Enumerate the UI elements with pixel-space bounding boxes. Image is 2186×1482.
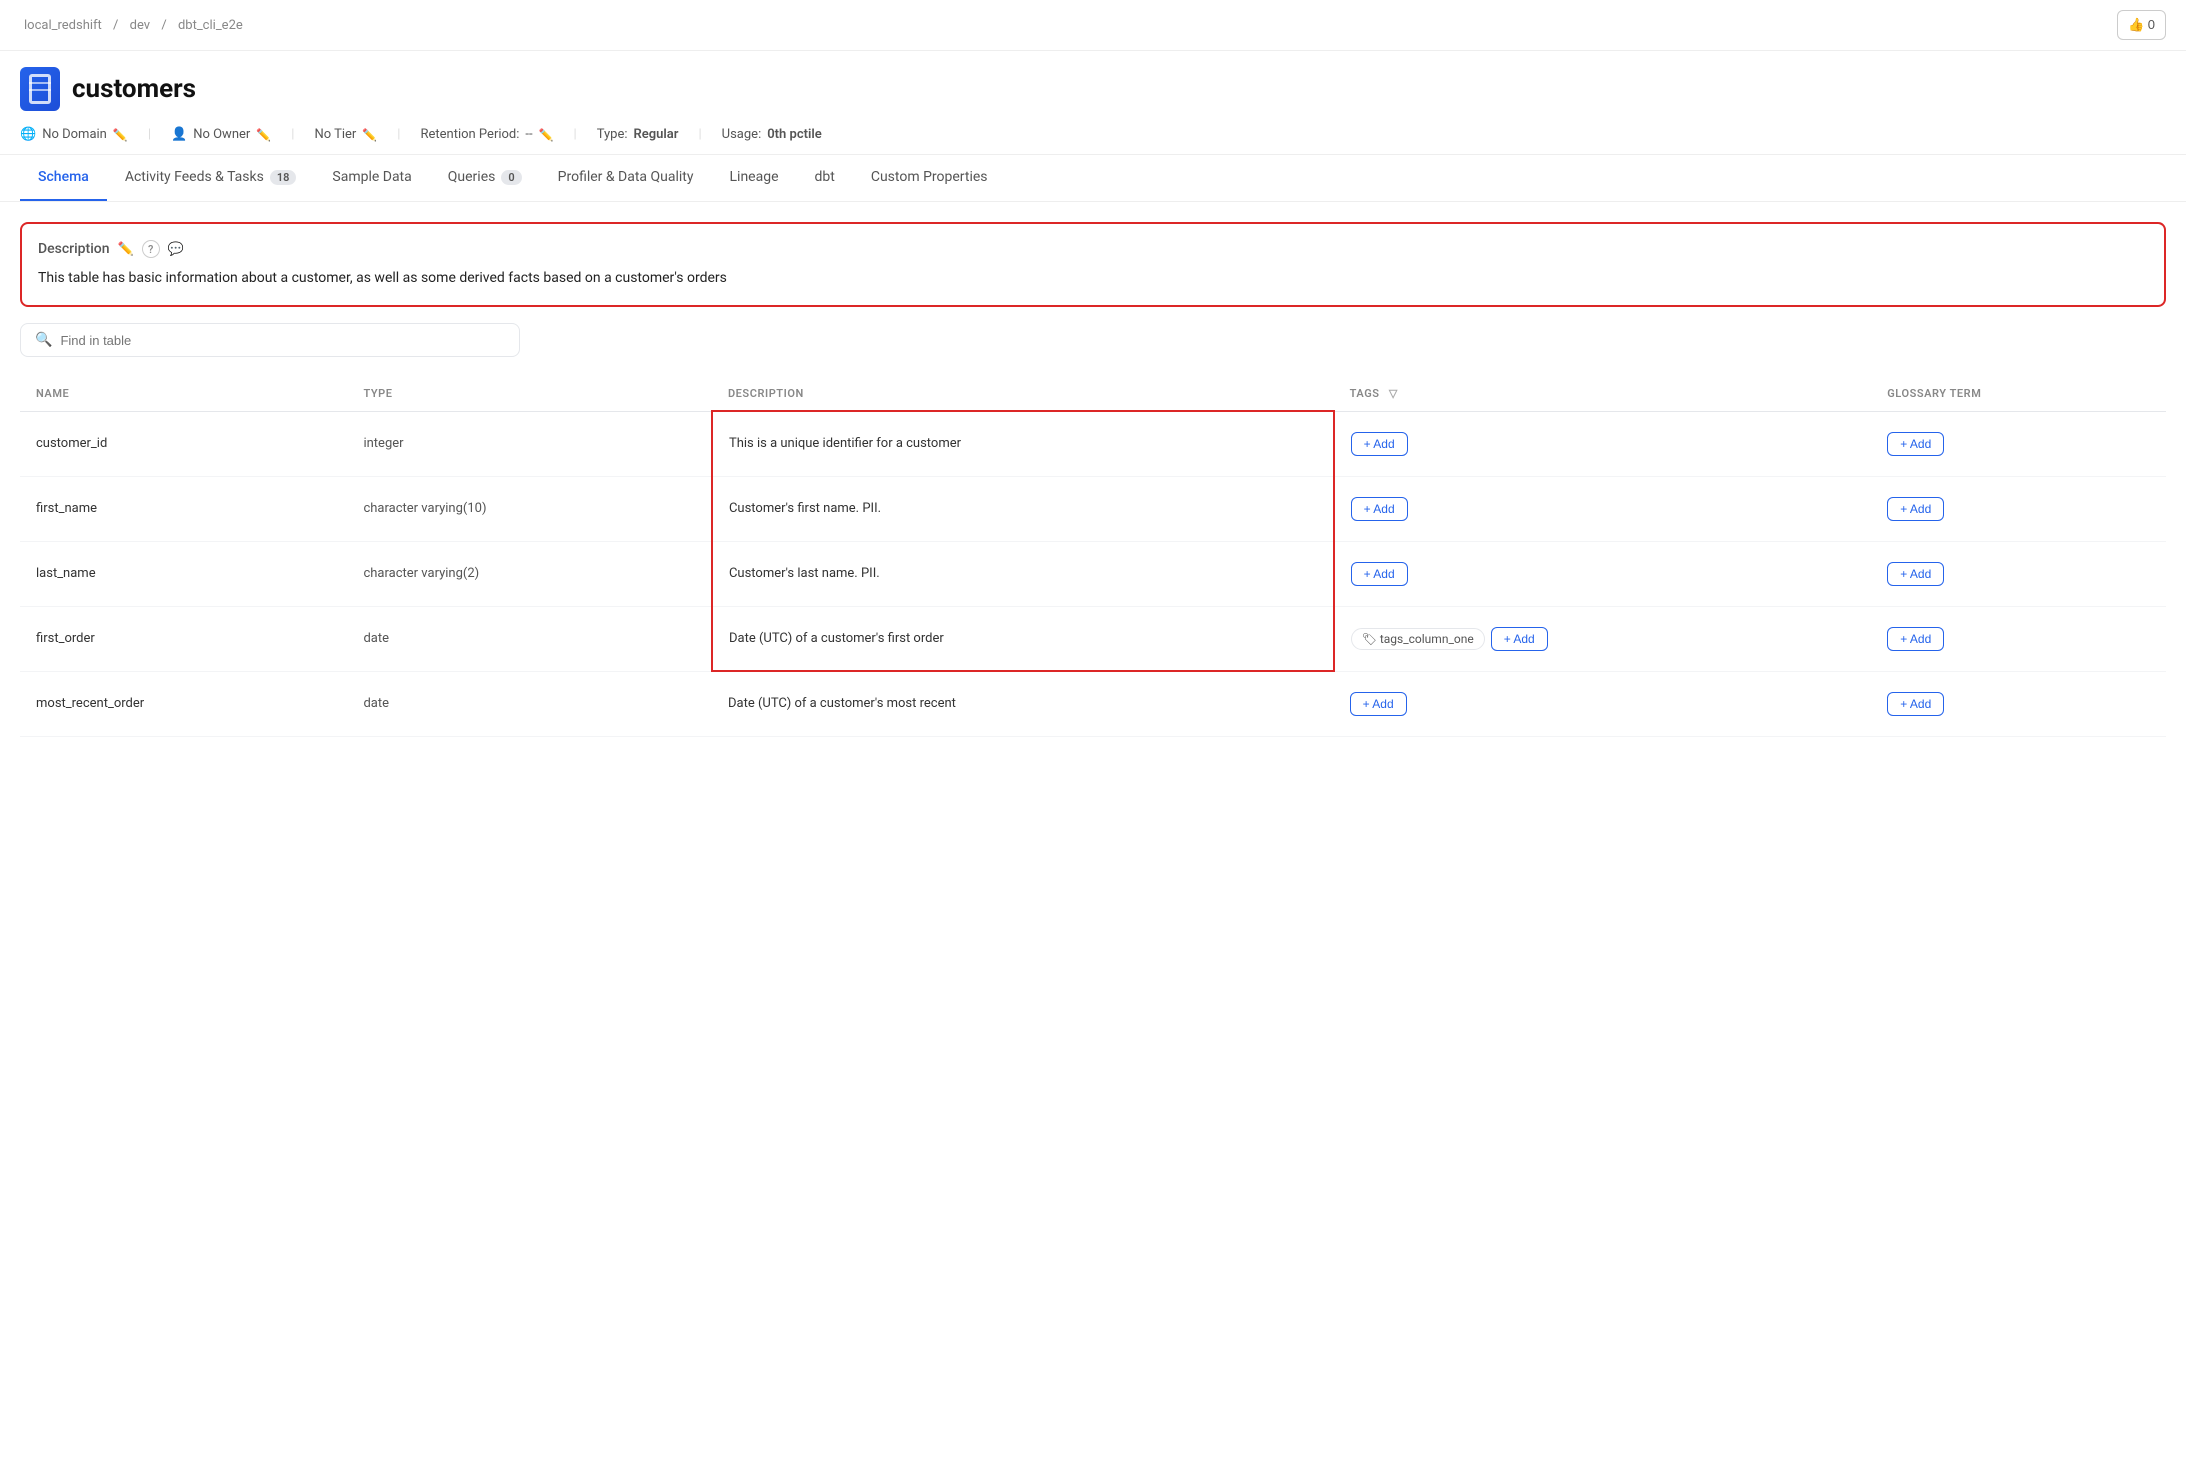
retention-edit-icon[interactable]: ✏️ bbox=[539, 128, 554, 142]
filter-icon[interactable]: ▽ bbox=[1389, 387, 1398, 400]
cell-description: Date (UTC) of a customer's first order bbox=[712, 606, 1334, 671]
cell-glossary: + Add bbox=[1871, 671, 2166, 736]
table-row: first_orderdateDate (UTC) of a customer'… bbox=[20, 606, 2166, 671]
cell-description: Date (UTC) of a customer's most recent bbox=[712, 671, 1334, 736]
cell-description: Customer's first name. PII. bbox=[712, 476, 1334, 541]
cell-tags: + Add bbox=[1334, 476, 1872, 541]
col-description: DESCRIPTION bbox=[712, 377, 1334, 411]
cell-name: last_name bbox=[20, 541, 347, 606]
tab-lineage[interactable]: Lineage bbox=[712, 155, 797, 201]
cell-name: first_order bbox=[20, 606, 347, 671]
cell-name: customer_id bbox=[20, 411, 347, 476]
tab-custom-properties[interactable]: Custom Properties bbox=[853, 155, 1006, 201]
description-header: Description ✏️ ? 💬 bbox=[38, 240, 2148, 258]
tab-schema[interactable]: Schema bbox=[20, 155, 107, 201]
cell-name: most_recent_order bbox=[20, 671, 347, 736]
cell-type: date bbox=[347, 671, 712, 736]
cell-name: first_name bbox=[20, 476, 347, 541]
tab-dbt[interactable]: dbt bbox=[797, 155, 853, 201]
page-title: customers bbox=[72, 74, 196, 104]
meta-retention: Retention Period: -- ✏️ bbox=[420, 127, 553, 142]
cell-tags: + Add bbox=[1334, 411, 1872, 476]
top-actions: 👍 0 bbox=[2117, 10, 2166, 40]
description-edit-icon[interactable]: ✏️ bbox=[118, 242, 134, 257]
table-header-row: NAME TYPE DESCRIPTION TAGS ▽ GLOSSARY TE… bbox=[20, 377, 2166, 411]
globe-icon: 🌐 bbox=[20, 127, 36, 142]
add-tag-button[interactable]: + Add bbox=[1351, 497, 1408, 521]
description-chat-icon[interactable]: 💬 bbox=[168, 242, 184, 257]
add-tag-button[interactable]: + Add bbox=[1351, 562, 1408, 586]
breadcrumb-part-0[interactable]: local_redshift bbox=[24, 18, 102, 33]
cell-type: character varying(10) bbox=[347, 476, 712, 541]
cell-type: integer bbox=[347, 411, 712, 476]
add-tag-button[interactable]: + Add bbox=[1351, 432, 1408, 456]
cell-tags: + Add bbox=[1334, 541, 1872, 606]
thumbsup-button[interactable]: 👍 0 bbox=[2117, 10, 2166, 40]
search-bar: 🔍 bbox=[20, 323, 520, 357]
breadcrumb-part-2[interactable]: dbt_cli_e2e bbox=[178, 18, 243, 33]
cell-glossary: + Add bbox=[1871, 476, 2166, 541]
tab-queries[interactable]: Queries 0 bbox=[430, 155, 540, 201]
add-tag-button[interactable]: + Add bbox=[1491, 627, 1548, 651]
add-glossary-button[interactable]: + Add bbox=[1887, 692, 1944, 716]
tab-activity-feeds[interactable]: Activity Feeds & Tasks 18 bbox=[107, 155, 315, 201]
cell-type: character varying(2) bbox=[347, 541, 712, 606]
tab-profiler[interactable]: Profiler & Data Quality bbox=[540, 155, 712, 201]
table-row: last_namecharacter varying(2)Customer's … bbox=[20, 541, 2166, 606]
description-label: Description bbox=[38, 241, 110, 257]
cell-type: date bbox=[347, 606, 712, 671]
add-glossary-button[interactable]: + Add bbox=[1887, 497, 1944, 521]
meta-bar: 🌐 No Domain ✏️ | 👤 No Owner ✏️ | No Tier… bbox=[0, 119, 2186, 155]
meta-type: Type: Regular bbox=[597, 127, 679, 142]
page-header: customers bbox=[0, 51, 2186, 119]
user-icon: 👤 bbox=[171, 127, 187, 142]
breadcrumb: local_redshift / dev / dbt_cli_e2e bbox=[20, 18, 247, 33]
schema-table: NAME TYPE DESCRIPTION TAGS ▽ GLOSSARY TE… bbox=[20, 377, 2166, 737]
meta-domain: 🌐 No Domain ✏️ bbox=[20, 127, 128, 142]
description-box: Description ✏️ ? 💬 This table has basic … bbox=[20, 222, 2166, 307]
description-text: This table has basic information about a… bbox=[38, 268, 2148, 289]
tab-activity-badge: 18 bbox=[270, 170, 297, 185]
owner-edit-icon[interactable]: ✏️ bbox=[256, 128, 271, 142]
tab-sample-data[interactable]: Sample Data bbox=[314, 155, 429, 201]
cell-glossary: + Add bbox=[1871, 411, 2166, 476]
cell-tags: + Add bbox=[1334, 671, 1872, 736]
cell-glossary: + Add bbox=[1871, 541, 2166, 606]
cell-glossary: + Add bbox=[1871, 606, 2166, 671]
table-row: first_namecharacter varying(10)Customer'… bbox=[20, 476, 2166, 541]
cell-tags: 🏷 tags_column_one + Add bbox=[1334, 606, 1872, 671]
table-row: most_recent_orderdateDate (UTC) of a cus… bbox=[20, 671, 2166, 736]
add-glossary-button[interactable]: + Add bbox=[1887, 432, 1944, 456]
add-glossary-button[interactable]: + Add bbox=[1887, 627, 1944, 651]
search-input[interactable] bbox=[60, 333, 505, 348]
breadcrumb-part-1[interactable]: dev bbox=[130, 18, 150, 33]
add-tag-button[interactable]: + Add bbox=[1350, 692, 1407, 716]
tier-edit-icon[interactable]: ✏️ bbox=[362, 128, 377, 142]
col-glossary: GLOSSARY TERM bbox=[1871, 377, 2166, 411]
meta-usage: Usage: 0th pctile bbox=[722, 127, 822, 142]
content-area: Description ✏️ ? 💬 This table has basic … bbox=[0, 202, 2186, 757]
top-bar: local_redshift / dev / dbt_cli_e2e 👍 0 bbox=[0, 0, 2186, 51]
search-icon: 🔍 bbox=[35, 332, 52, 348]
tag-chip: 🏷 tags_column_one bbox=[1351, 628, 1485, 650]
table-icon bbox=[20, 67, 60, 111]
add-glossary-button[interactable]: + Add bbox=[1887, 562, 1944, 586]
col-type: TYPE bbox=[347, 377, 712, 411]
meta-owner: 👤 No Owner ✏️ bbox=[171, 127, 271, 142]
col-name: NAME bbox=[20, 377, 347, 411]
col-tags: TAGS ▽ bbox=[1334, 377, 1872, 411]
table-row: customer_idintegerThis is a unique ident… bbox=[20, 411, 2166, 476]
tabs: Schema Activity Feeds & Tasks 18 Sample … bbox=[0, 155, 2186, 202]
meta-tier: No Tier ✏️ bbox=[314, 127, 377, 142]
cell-description: This is a unique identifier for a custom… bbox=[712, 411, 1334, 476]
domain-edit-icon[interactable]: ✏️ bbox=[113, 128, 128, 142]
tab-queries-badge: 0 bbox=[501, 170, 521, 185]
description-question-icon[interactable]: ? bbox=[142, 240, 160, 258]
cell-description: Customer's last name. PII. bbox=[712, 541, 1334, 606]
table-icon-inner bbox=[29, 74, 51, 104]
